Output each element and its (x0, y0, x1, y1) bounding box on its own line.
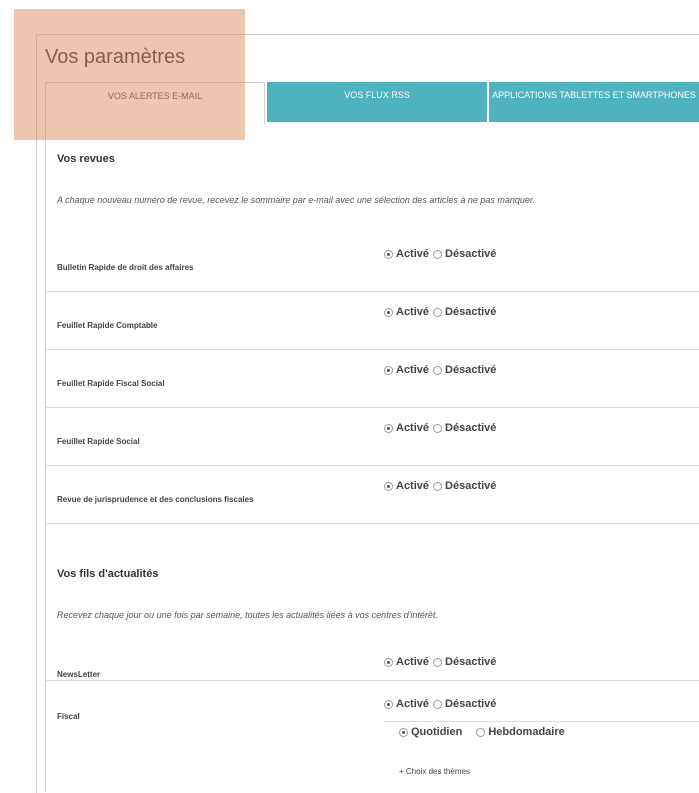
revue-label: Feuillet Rapide Comptable (57, 321, 158, 330)
actualite-toggle: Activé Désactivé (384, 656, 500, 668)
radio-active[interactable] (384, 365, 393, 375)
revue-toggle: Activé Désactivé (384, 480, 500, 492)
page-title: Vos paramètres (45, 46, 186, 68)
radio-active[interactable] (384, 249, 393, 259)
revues-section-title: Vos revues (57, 153, 115, 165)
tab-email-alerts[interactable]: VOS ALERTES E-MAIL (45, 82, 265, 124)
revue-label: Revue de jurisprudence et des conclusion… (57, 495, 254, 504)
frequency-divider (384, 721, 699, 722)
radio-active-label: Activé (396, 422, 430, 434)
revue-label: Feuillet Rapide Fiscal Social (57, 379, 165, 388)
radio-daily[interactable] (399, 727, 408, 737)
radio-active[interactable] (384, 481, 393, 491)
revues-section-description: A chaque nouveau numéro de revue, receve… (57, 195, 536, 205)
revue-row-bulletin-droit-affaires: Activé Désactivé Bulletin Rapide de droi… (46, 232, 699, 292)
revue-label: Feuillet Rapide Social (57, 437, 140, 446)
radio-inactive-label: Désactivé (445, 656, 497, 668)
revue-row-feuillet-comptable: Activé Désactivé Feuillet Rapide Comptab… (46, 292, 699, 350)
radio-inactive[interactable] (433, 699, 443, 709)
radio-active[interactable] (384, 657, 393, 667)
radio-inactive[interactable] (433, 423, 443, 433)
revue-label: Bulletin Rapide de droit des affaires (57, 263, 194, 272)
tab-bar: VOS ALERTES E-MAIL VOS FLUX RSS APPLICAT… (45, 82, 699, 124)
revue-toggle: Activé Désactivé (384, 248, 500, 260)
radio-active-label: Activé (396, 656, 430, 668)
tab-mobile-apps[interactable]: APPLICATIONS TABLETTES ET SMARTPHONES (489, 82, 699, 122)
actualites-section-description: Recevez chaque jour ou une fois par sema… (57, 610, 438, 620)
radio-inactive[interactable] (433, 481, 443, 491)
choose-themes-link[interactable]: + Choix des thèmes (399, 767, 470, 776)
radio-inactive[interactable] (433, 365, 443, 375)
radio-inactive-label: Désactivé (445, 306, 497, 318)
actualite-row-newsletter: Activé Désactivé NewsLetter (46, 648, 699, 681)
actualite-label: Fiscal (57, 712, 80, 721)
radio-inactive-label: Désactivé (445, 698, 497, 710)
radio-inactive[interactable] (433, 249, 443, 259)
radio-active[interactable] (384, 307, 393, 317)
radio-inactive[interactable] (433, 657, 443, 667)
actualites-section-title: Vos fils d'actualités (57, 568, 159, 580)
radio-active-label: Activé (396, 698, 430, 710)
frequency-toggle: Quotidien Hebdomadaire (399, 726, 569, 738)
radio-active[interactable] (384, 699, 393, 709)
radio-active-label: Activé (396, 480, 430, 492)
actualite-row-fiscal: Activé Désactivé Fiscal Quotidien Hebdom… (46, 681, 699, 792)
revue-toggle: Activé Désactivé (384, 422, 500, 434)
radio-daily-label: Quotidien (411, 726, 463, 738)
email-alerts-panel: Vos revues A chaque nouveau numéro de re… (45, 124, 699, 792)
radio-active-label: Activé (396, 248, 430, 260)
revue-toggle: Activé Désactivé (384, 364, 500, 376)
radio-inactive-label: Désactivé (445, 480, 497, 492)
actualite-label: NewsLetter (57, 670, 101, 679)
radio-inactive[interactable] (433, 307, 443, 317)
radio-weekly[interactable] (476, 727, 486, 737)
revue-row-jurisprudence-fiscale: Activé Désactivé Revue de jurisprudence … (46, 466, 699, 524)
tab-rss-feeds[interactable]: VOS FLUX RSS (267, 82, 487, 122)
radio-inactive-label: Désactivé (445, 364, 497, 376)
radio-inactive-label: Désactivé (445, 422, 497, 434)
actualite-toggle: Activé Désactivé (384, 698, 500, 710)
radio-active-label: Activé (396, 364, 430, 376)
radio-inactive-label: Désactivé (445, 248, 497, 260)
revue-row-feuillet-social: Activé Désactivé Feuillet Rapide Social (46, 408, 699, 466)
radio-active-label: Activé (396, 306, 430, 318)
radio-weekly-label: Hebdomadaire (488, 726, 565, 738)
radio-active[interactable] (384, 423, 393, 433)
revue-row-feuillet-fiscal-social: Activé Désactivé Feuillet Rapide Fiscal … (46, 350, 699, 408)
revue-toggle: Activé Désactivé (384, 306, 500, 318)
